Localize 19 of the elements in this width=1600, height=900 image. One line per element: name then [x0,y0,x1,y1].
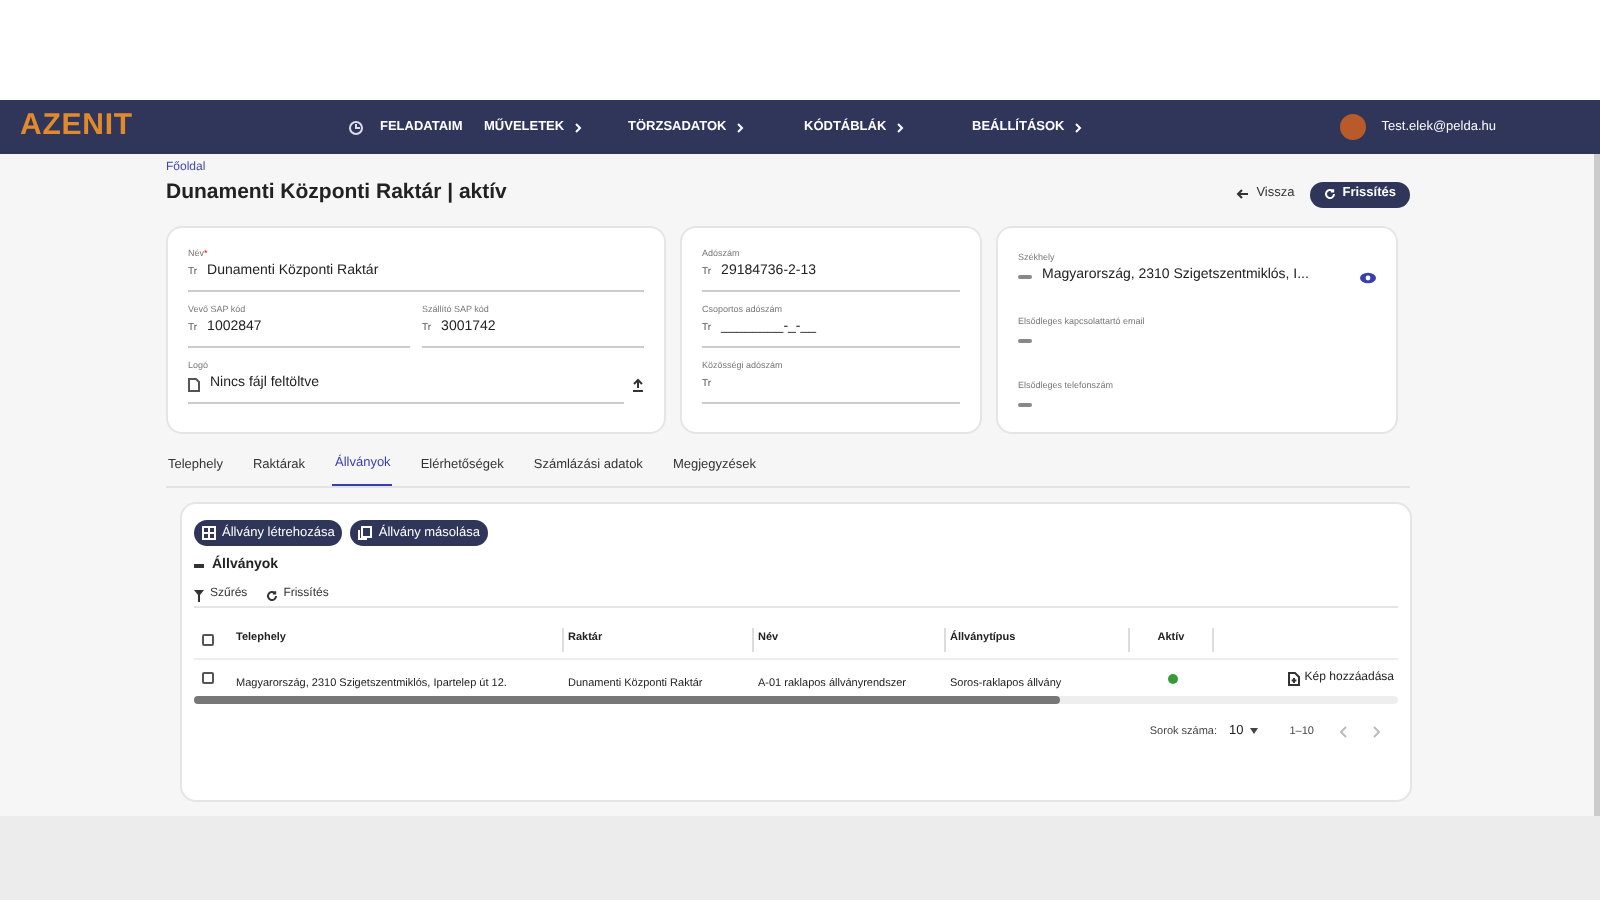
arrow-left-icon [1236,188,1251,200]
refresh-icon [265,589,278,601]
checkbox[interactable] [202,672,214,684]
file-icon [188,378,200,392]
checkbox[interactable] [202,633,214,645]
table-icon [202,526,216,540]
copy-icon [358,526,373,540]
refresh-icon [1324,188,1337,200]
avatar-icon[interactable] [1339,114,1366,140]
clock-icon[interactable] [348,119,364,135]
logo[interactable]: AZENIT [20,104,340,150]
page-title: Dunamenti Központi Raktár | aktív [166,178,507,209]
caret-icon [1249,728,1258,735]
upload-icon[interactable] [632,378,644,392]
dash-icon [194,564,204,568]
eye-icon[interactable] [1360,271,1376,283]
filter-icon [194,589,204,601]
file-plus-icon [1288,671,1301,685]
scrollbar[interactable] [194,696,1398,704]
